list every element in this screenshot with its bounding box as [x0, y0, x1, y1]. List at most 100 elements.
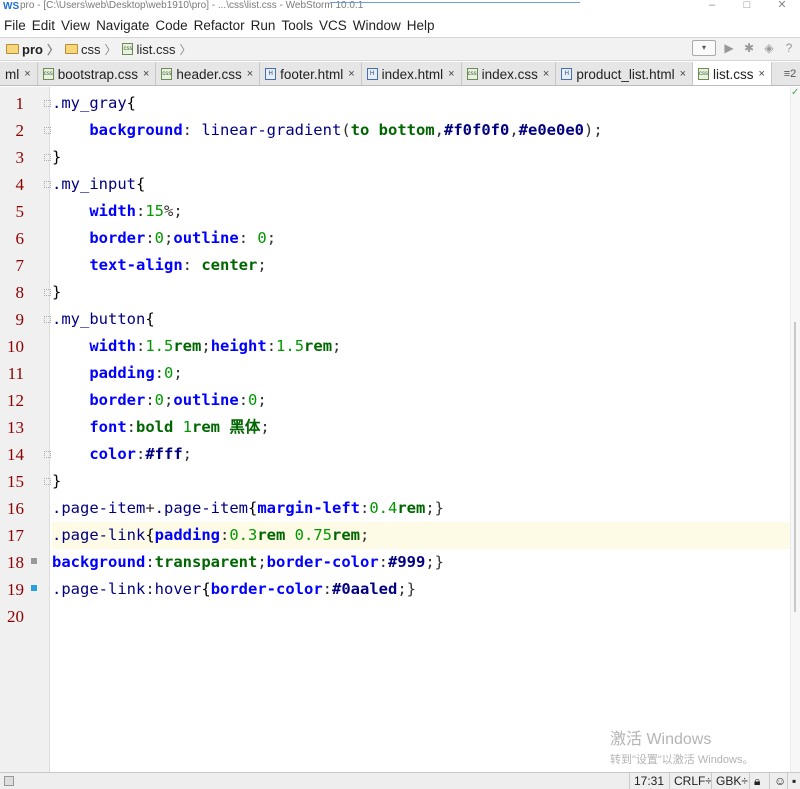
fold-marker-icon[interactable]: [44, 451, 51, 458]
file-encoding[interactable]: GBK÷: [711, 773, 748, 789]
color-swatch-icon[interactable]: [31, 585, 37, 591]
hector-icon[interactable]: ☺: [769, 773, 786, 789]
css-file-icon: css: [122, 43, 134, 55]
menu-window[interactable]: Window: [350, 16, 404, 36]
menu-edit[interactable]: Edit: [29, 16, 58, 36]
title-accent-line: [330, 0, 580, 3]
code-line[interactable]: border:0;outline:0;: [52, 387, 798, 414]
css-file-icon: css: [466, 68, 478, 80]
scrollbar-thumb[interactable]: [794, 322, 796, 612]
tab-bootstrap-css[interactable]: css bootstrap.css ×: [37, 62, 157, 85]
help-icon[interactable]: ?: [782, 41, 796, 55]
code-token: }: [52, 472, 62, 490]
menu-help[interactable]: Help: [404, 16, 438, 36]
code-line[interactable]: .my_input{: [52, 171, 798, 198]
code-line[interactable]: .my_button{: [52, 306, 798, 333]
menu-run[interactable]: Run: [248, 16, 279, 36]
code-line[interactable]: [52, 603, 798, 630]
breadcrumb-project[interactable]: pro 〉: [6, 41, 59, 58]
code-line[interactable]: .page-link{padding:0.3rem 0.75rem;: [52, 522, 798, 549]
code-token: font: [89, 418, 127, 436]
code-line[interactable]: width:15%;: [52, 198, 798, 225]
code-token: linear-gradient: [201, 121, 342, 139]
code-token: ;: [257, 553, 267, 571]
menu-view[interactable]: View: [58, 16, 93, 36]
close-tab-icon[interactable]: ×: [543, 68, 549, 80]
code-line[interactable]: .page-link:hover{border-color:#0aaled;}: [52, 576, 798, 603]
code-token: text-align: [89, 256, 183, 274]
code-token: padding: [89, 364, 155, 382]
tab-ml[interactable]: ml ×: [0, 62, 38, 85]
line-number: 17: [7, 526, 24, 545]
menu-vcs[interactable]: VCS: [316, 16, 350, 36]
code-line[interactable]: .my_gray{: [52, 90, 798, 117]
line-number: 4: [15, 175, 25, 194]
minimize-icon[interactable]: –: [702, 0, 722, 13]
tab-footer-html[interactable]: Hfooter.html ×: [260, 62, 362, 85]
close-tab-icon[interactable]: ×: [680, 68, 686, 80]
code-editor[interactable]: 1 2 3 4 5 6 7 8 9 10 11 12 13 14 15 16 17 18 19 20 .my_gray…: [0, 87, 800, 772]
tab-index-html[interactable]: Hindex.html ×: [361, 62, 462, 85]
maximize-icon[interactable]: □: [737, 0, 757, 13]
menu-tools[interactable]: Tools: [278, 16, 316, 36]
change-marker-icon[interactable]: [31, 558, 37, 564]
line-separator[interactable]: CRLF÷: [669, 773, 712, 789]
fold-marker-icon[interactable]: [44, 154, 51, 161]
fold-marker-icon[interactable]: [44, 289, 51, 296]
code-token: transparent: [154, 553, 258, 571]
tab-overflow-icon[interactable]: ≡2: [780, 62, 800, 85]
menu-navigate[interactable]: Navigate: [93, 16, 152, 36]
tab-list-css[interactable]: css list.css ×: [693, 62, 772, 85]
menu-code[interactable]: Code: [152, 16, 190, 36]
code-line[interactable]: padding:0;: [52, 360, 798, 387]
caret-position[interactable]: 17:31: [629, 773, 664, 789]
code-line[interactable]: color:#fff;: [52, 441, 798, 468]
code-line[interactable]: border:0;outline: 0;: [52, 225, 798, 252]
code-line[interactable]: background: linear-gradient(to bottom,#f…: [52, 117, 798, 144]
run-icon[interactable]: ▶: [722, 41, 736, 55]
menu-bar: File Edit View Navigate Code Refactor Run Tools…: [0, 16, 800, 36]
code-token: .my_gray: [52, 94, 127, 112]
code-line[interactable]: }: [52, 144, 798, 171]
code-token: #999: [388, 553, 426, 571]
line-number-gutter[interactable]: 1 2 3 4 5 6 7 8 9 10 11 12 13 14 15 16 17 18 19 20: [0, 87, 51, 772]
read-only-lock-icon[interactable]: 🔒︎: [749, 773, 765, 789]
close-window-icon[interactable]: ✕: [772, 0, 792, 13]
fold-marker-icon[interactable]: [44, 478, 51, 485]
breadcrumb-file[interactable]: css list.css 〉: [122, 41, 192, 58]
code-line[interactable]: }: [52, 468, 798, 495]
code-line[interactable]: width:1.5rem;height:1.5rem;: [52, 333, 798, 360]
tool-windows-icon[interactable]: [4, 776, 14, 786]
close-tab-icon[interactable]: ×: [759, 68, 765, 80]
event-log-icon[interactable]: ▪: [787, 773, 800, 789]
fold-marker-icon[interactable]: [44, 100, 51, 107]
fold-marker-icon[interactable]: [44, 127, 51, 134]
breadcrumb-folder[interactable]: css 〉: [64, 41, 116, 58]
tab-product-list-html[interactable]: Hproduct_list.html ×: [556, 62, 694, 85]
fold-marker-icon[interactable]: [44, 316, 51, 323]
run-config-dropdown[interactable]: ▾: [692, 40, 716, 56]
menu-file[interactable]: File: [0, 16, 29, 36]
tab-header-css[interactable]: css header.css ×: [156, 62, 261, 85]
code-token: :: [360, 499, 370, 517]
close-tab-icon[interactable]: ×: [448, 68, 454, 80]
code-line[interactable]: background:transparent;border-color:#999…: [52, 549, 798, 576]
code-token: to bottom: [350, 121, 435, 139]
code-token: background: [89, 121, 183, 139]
debug-icon[interactable]: ✱: [742, 41, 756, 55]
code-line[interactable]: .page-item+.page-item{margin-left:0.4rem…: [52, 495, 798, 522]
code-line[interactable]: text-align: center;: [52, 252, 798, 279]
menu-refactor[interactable]: Refactor: [191, 16, 248, 36]
code-token: border: [89, 391, 146, 409]
close-tab-icon[interactable]: ×: [247, 68, 253, 80]
error-stripe[interactable]: ✓: [790, 87, 800, 772]
close-tab-icon[interactable]: ×: [143, 68, 149, 80]
tab-index-css[interactable]: css index.css ×: [461, 62, 557, 85]
coverage-icon[interactable]: ◈: [762, 41, 776, 55]
fold-marker-icon[interactable]: [44, 181, 51, 188]
code-line[interactable]: }: [52, 279, 798, 306]
code-line[interactable]: font:bold 1rem 黑体;: [52, 414, 798, 441]
close-tab-icon[interactable]: ×: [348, 68, 354, 80]
close-tab-icon[interactable]: ×: [24, 68, 30, 80]
